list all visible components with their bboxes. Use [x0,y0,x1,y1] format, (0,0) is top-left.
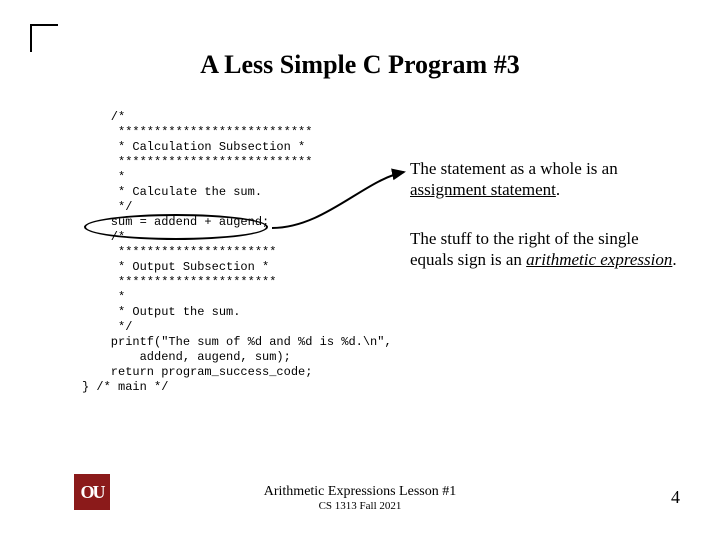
footer-subtitle: CS 1313 Fall 2021 [0,500,720,512]
code-line: return program_success_code; [82,365,312,379]
footer: Arithmetic Expressions Lesson #1 CS 1313… [0,484,720,512]
annotation-text: . [672,250,676,269]
footer-title: Arithmetic Expressions Lesson #1 [264,484,456,499]
annotation-assignment: The statement as a whole is an assignmen… [410,158,680,200]
corner-rule [30,24,58,52]
code-line: printf("The sum of %d and %d is %d.\n", [82,335,392,349]
code-line: addend, augend, sum); [82,350,291,364]
annotation-term: arithmetic expression [526,250,672,269]
code-line: */ [82,200,132,214]
code-line: * Output the sum. [82,305,240,319]
code-line: * [82,290,125,304]
annotation-expression: The stuff to the right of the single equ… [410,228,680,270]
code-line: /* [82,110,125,124]
code-line: } /* main */ [82,380,168,394]
arrow-icon [264,160,424,250]
code-line: * Output Subsection * [82,260,269,274]
annotation-text: . [556,180,560,199]
code-line: ********************** [82,245,276,259]
code-line: */ [82,320,132,334]
code-line: ********************** [82,275,276,289]
code-line: * Calculate the sum. [82,185,262,199]
slide-title: A Less Simple C Program #3 [0,50,720,80]
code-line: * [82,170,125,184]
highlight-ellipse [84,214,268,240]
page-number: 4 [671,487,680,508]
annotation-term: assignment statement [410,180,556,199]
code-line: *************************** [82,125,312,139]
code-line: * Calculation Subsection * [82,140,305,154]
annotation-text: The statement as a whole is an [410,159,618,178]
code-block: /* *************************** * Calcula… [82,110,392,395]
